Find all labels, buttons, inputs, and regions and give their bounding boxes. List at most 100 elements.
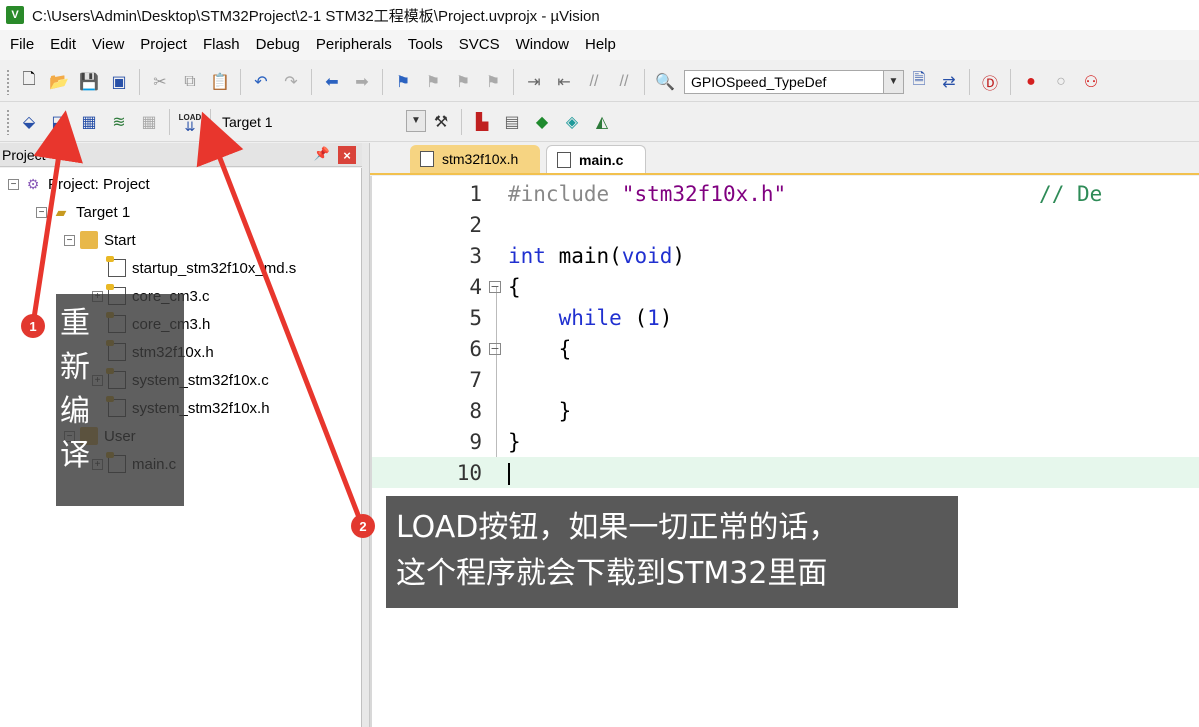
code-line[interactable]: 9}	[372, 426, 1199, 457]
menu-peripherals[interactable]: Peripherals	[308, 30, 400, 60]
manage-components-icon[interactable]: ▙	[469, 109, 495, 135]
source-browser-icon[interactable]: ⇄	[936, 69, 962, 95]
panel-splitter[interactable]	[362, 143, 370, 727]
chevron-down-icon[interactable]: ▼	[406, 109, 426, 132]
bookmark-prev-icon[interactable]: ⚑	[420, 69, 446, 95]
code-text	[508, 461, 510, 485]
open-icon[interactable]: 📂	[46, 69, 72, 95]
breakpoint-disable-icon[interactable]: ○	[1048, 69, 1074, 95]
menu-flash[interactable]: Flash	[195, 30, 248, 60]
tree-item[interactable]: − ⚙ Project: Project	[8, 172, 150, 196]
tree-item[interactable]: − Start	[64, 228, 136, 252]
code-line[interactable]: 7	[372, 364, 1199, 395]
line-number: 6	[469, 336, 482, 361]
fold-gutter: −	[482, 280, 508, 293]
find-in-files-icon[interactable]: 🔍	[652, 69, 678, 95]
code-line[interactable]: 6− {	[372, 333, 1199, 364]
title-bar: V C:\Users\Admin\Desktop\STM32Project\2-…	[0, 0, 1199, 30]
run-time-env-icon[interactable]: ◈	[559, 109, 585, 135]
code-line[interactable]: 8 }	[372, 395, 1199, 426]
toolbar-separator	[139, 68, 140, 95]
save-icon[interactable]: 💾	[76, 69, 102, 95]
save-all-icon[interactable]: ▣	[106, 69, 132, 95]
menu-window[interactable]: Window	[508, 30, 577, 60]
project-panel-title: Project	[2, 146, 46, 163]
menu-debug[interactable]: Debug	[248, 30, 308, 60]
pin-icon[interactable]: 📌	[314, 146, 330, 162]
code-line[interactable]: 2	[372, 209, 1199, 240]
debug-start-icon[interactable]: Ⓓ	[977, 69, 1003, 95]
build-icon[interactable]: ⬓	[46, 109, 72, 135]
collapse-icon[interactable]: −	[8, 178, 19, 190]
pack-update-icon[interactable]: ◭	[589, 109, 615, 135]
tree-item-label: Target 1	[76, 203, 131, 221]
paste-icon[interactable]: 📋	[207, 69, 233, 95]
menu-help[interactable]: Help	[577, 30, 624, 60]
cut-icon[interactable]: ✂	[147, 69, 173, 95]
collapse-icon[interactable]: −	[64, 234, 75, 246]
code-text: while (1)	[508, 305, 673, 330]
select-pack-icon[interactable]: ▤	[499, 109, 525, 135]
indent-icon[interactable]: ⇥	[521, 69, 547, 95]
menu-svcs[interactable]: SVCS	[451, 30, 508, 60]
find-combo[interactable]: GPIOSpeed_TypeDef ▼	[684, 69, 904, 94]
tree-item[interactable]: startup_stm32f10x_md.s	[92, 256, 296, 280]
uncomment-icon[interactable]: //	[611, 69, 637, 95]
fold-gutter: −	[482, 342, 508, 355]
fold-icon[interactable]: −	[489, 280, 501, 293]
code-token: {	[508, 336, 572, 361]
toolbar-grip[interactable]	[6, 68, 10, 95]
nav-forward-icon[interactable]: ➡	[349, 69, 375, 95]
target-select[interactable]: Target 1 ▼	[216, 109, 426, 134]
breakpoint-kill-icon[interactable]: ⚇	[1078, 69, 1104, 95]
menu-edit[interactable]: Edit	[42, 30, 84, 60]
code-line[interactable]: 4−{	[372, 271, 1199, 302]
bookmark-next-icon[interactable]: ⚑	[450, 69, 476, 95]
bookmark-clear-icon[interactable]: ⚑	[480, 69, 506, 95]
nav-back-icon[interactable]: ⬅	[319, 69, 345, 95]
code-token: 1	[647, 305, 660, 330]
code-line[interactable]: 3 int main(void)	[372, 240, 1199, 271]
tab-main-c[interactable]: main.c	[546, 145, 646, 173]
incremental-find-icon[interactable]: 🗎	[906, 69, 932, 95]
tab-stm32f10x-h[interactable]: stm32f10x.h	[410, 145, 540, 173]
menu-project[interactable]: Project	[132, 30, 195, 60]
code-line[interactable]: 10	[372, 457, 1199, 488]
bookmark-icon[interactable]: ⚑	[390, 69, 416, 95]
code-token: )	[659, 305, 673, 330]
new-file-icon[interactable]: 🗋	[16, 69, 42, 95]
menu-tools[interactable]: Tools	[400, 30, 451, 60]
close-icon[interactable]: ×	[338, 146, 356, 164]
toolbar-grip[interactable]	[6, 108, 10, 135]
breakpoint-icon[interactable]: ●	[1018, 69, 1044, 95]
pack-installer-icon[interactable]: ◆	[529, 109, 555, 135]
code-line[interactable]: 1 #include "stm32f10x.h" // De	[372, 178, 1199, 209]
undo-icon[interactable]: ↶	[248, 69, 274, 95]
code-token: int	[508, 243, 546, 268]
collapse-icon[interactable]: −	[36, 206, 47, 218]
unindent-icon[interactable]: ⇤	[551, 69, 577, 95]
copy-icon[interactable]: ⧉	[177, 69, 203, 95]
code-editor[interactable]: 1 #include "stm32f10x.h" // De 2 3 int main(…	[370, 176, 1199, 727]
fold-icon[interactable]: −	[489, 342, 501, 355]
batch-build-icon[interactable]: ≋	[106, 109, 132, 135]
code-line[interactable]: 5 while (1)	[372, 302, 1199, 333]
redo-icon[interactable]: ↷	[278, 69, 304, 95]
menu-file[interactable]: File	[2, 30, 42, 60]
tree-item-label: Start	[104, 231, 136, 249]
translate-icon[interactable]: ⬙	[16, 109, 42, 135]
callout-recompile-text: 重新编译	[60, 306, 90, 473]
menu-bar: File Edit View Project Flash Debug Peripherals…	[0, 30, 1199, 60]
comment-icon[interactable]: //	[581, 69, 607, 95]
target-options-icon[interactable]: ⚒	[428, 109, 454, 135]
load-icon[interactable]: LOAD ⇊	[177, 109, 203, 135]
tree-item[interactable]: − ▰ Target 1	[36, 200, 130, 224]
code-text: }	[508, 399, 572, 423]
menu-view[interactable]: View	[84, 30, 132, 60]
stop-build-icon[interactable]: ▦	[136, 109, 162, 135]
code-text: #include "stm32f10x.h" // De	[508, 182, 1102, 206]
chevron-down-icon[interactable]: ▼	[883, 70, 903, 93]
rebuild-icon[interactable]: ▦	[76, 109, 102, 135]
